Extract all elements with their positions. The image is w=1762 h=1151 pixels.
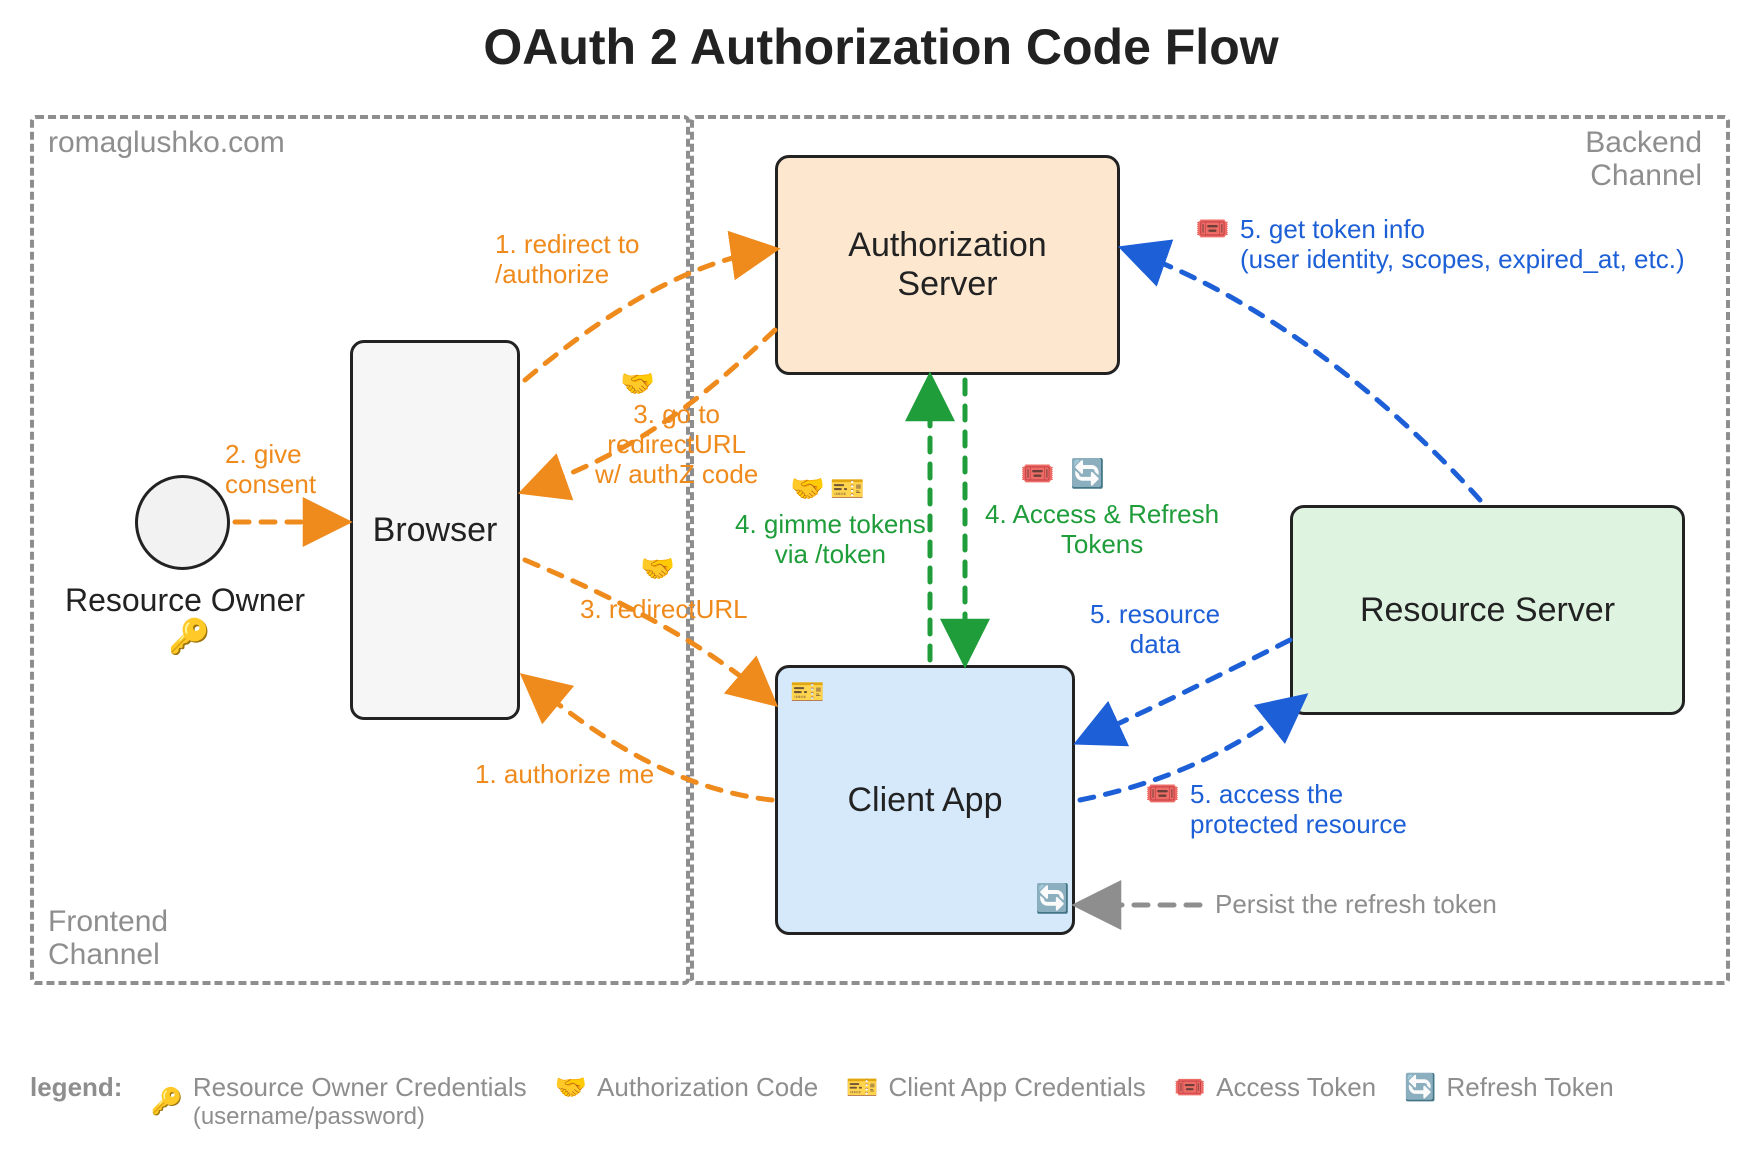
step1a-label: 1. redirect to /authorize xyxy=(495,230,640,290)
step5c-label: 5. access the protected resource xyxy=(1190,780,1407,840)
browser-node: Browser xyxy=(350,340,520,720)
handshake-icon-4a: 🤝 xyxy=(790,475,825,503)
resource-server-node: Resource Server xyxy=(1290,505,1685,715)
legend-auth-code-text: Authorization Code xyxy=(597,1072,818,1103)
step4b-label: 4. Access & Refresh Tokens xyxy=(985,500,1219,560)
legend-client-creds-text: Client App Credentials xyxy=(889,1072,1146,1103)
ticket-client-icon: 🎫 xyxy=(790,678,825,706)
step4a-label: 4. gimme tokens via /token xyxy=(735,510,926,570)
handshake-icon-3b: 🤝 xyxy=(640,555,675,583)
browser-label: Browser xyxy=(373,511,498,550)
step3b-label: 3. redirectURL xyxy=(580,595,748,625)
step2-label: 2. give consent xyxy=(225,440,316,500)
ticket-access-icon-5c: 🎟️ xyxy=(1145,780,1180,808)
handshake-icon: 🤝 xyxy=(555,1072,587,1103)
resource-owner-label: Resource Owner xyxy=(55,582,315,619)
diagram-stage: OAuth 2 Authorization Code Flow romaglus… xyxy=(0,0,1762,1151)
legend-refresh-token: 🔄 Refresh Token xyxy=(1404,1072,1614,1103)
ticket-client-icon-4a: 🎫 xyxy=(830,475,865,503)
ticket-access-icon: 🎟️ xyxy=(1174,1072,1206,1103)
refresh-icon-persist: 🔄 xyxy=(1035,885,1070,913)
attribution-label: romaglushko.com xyxy=(48,126,285,159)
key-icon: 🔑 xyxy=(168,620,210,654)
step5b-label: 5. resource data xyxy=(1090,600,1220,660)
legend-label: legend: xyxy=(30,1072,122,1103)
legend-refresh-token-text: Refresh Token xyxy=(1446,1072,1613,1103)
handshake-icon-3a: 🤝 xyxy=(620,370,655,398)
step3a-label: 3. go to redirectURL w/ authZ code xyxy=(595,400,758,490)
key-icon: 🔑 xyxy=(150,1086,182,1117)
legend: legend: 🔑 Resource Owner Credentials (us… xyxy=(30,1072,1732,1131)
refresh-icon-4b: 🔄 xyxy=(1070,460,1105,488)
auth-server-node: Authorization Server xyxy=(775,155,1120,375)
persist-label: Persist the refresh token xyxy=(1215,890,1497,920)
legend-access-token: 🎟️ Access Token xyxy=(1174,1072,1376,1103)
step5a-label: 5. get token info (user identity, scopes… xyxy=(1240,215,1685,275)
backend-channel-label: Backend Channel xyxy=(1585,126,1702,192)
legend-access-token-text: Access Token xyxy=(1216,1072,1376,1103)
legend-owner-creds: 🔑 Resource Owner Credentials (username/p… xyxy=(150,1072,526,1131)
legend-client-creds: 🎫 Client App Credentials xyxy=(846,1072,1146,1103)
ticket-client-icon: 🎫 xyxy=(846,1072,878,1103)
legend-owner-creds-text: Resource Owner Credentials xyxy=(193,1072,527,1102)
resource-owner-node xyxy=(135,475,230,570)
ticket-access-icon-5a: 🎟️ xyxy=(1195,215,1230,243)
diagram-title: OAuth 2 Authorization Code Flow xyxy=(0,18,1762,76)
frontend-channel-label: Frontend Channel xyxy=(48,905,168,971)
resource-server-label: Resource Server xyxy=(1360,591,1615,630)
auth-server-label: Authorization Server xyxy=(848,226,1046,304)
step1b-label: 1. authorize me xyxy=(475,760,654,790)
ticket-access-icon-4b: 🎟️ xyxy=(1020,460,1055,488)
legend-owner-creds-sub: (username/password) xyxy=(193,1103,527,1131)
client-app-label: Client App xyxy=(848,781,1003,820)
refresh-icon: 🔄 xyxy=(1404,1072,1436,1103)
legend-auth-code: 🤝 Authorization Code xyxy=(555,1072,819,1103)
